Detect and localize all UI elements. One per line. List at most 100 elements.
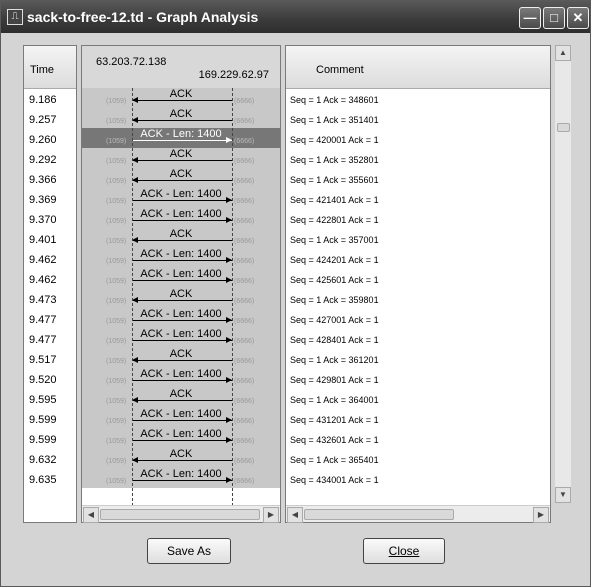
packet-arrow[interactable] xyxy=(132,480,232,481)
packet-arrow[interactable] xyxy=(132,120,232,121)
time-cell[interactable]: 9.599 xyxy=(29,414,57,426)
close-window-button[interactable]: ✕ xyxy=(567,7,589,29)
time-cell[interactable]: 9.401 xyxy=(29,234,57,246)
comment-cell[interactable]: Seq = 434001 Ack = 1 xyxy=(290,475,379,485)
scroll-up-icon[interactable]: ▲ xyxy=(555,45,571,61)
comment-cell[interactable]: Seq = 1 Ack = 359801 xyxy=(290,295,379,305)
time-cell[interactable]: 9.462 xyxy=(29,274,57,286)
time-cell[interactable]: 9.292 xyxy=(29,154,57,166)
comment-header[interactable]: Comment xyxy=(286,46,550,89)
comment-cell[interactable]: Seq = 428401 Ack = 1 xyxy=(290,335,379,345)
vertical-scrollbar[interactable]: ▲ ▼ xyxy=(555,45,571,503)
packet-arrow[interactable] xyxy=(132,320,232,321)
right-port: (6666) xyxy=(234,458,255,465)
comment-cell[interactable]: Seq = 425601 Ack = 1 xyxy=(290,275,379,285)
comment-cell[interactable]: Seq = 421401 Ack = 1 xyxy=(290,195,379,205)
comment-cell[interactable]: Seq = 1 Ack = 357001 xyxy=(290,235,379,245)
right-port: (6666) xyxy=(234,338,255,345)
packet-arrow[interactable] xyxy=(132,240,232,241)
time-cell[interactable]: 9.260 xyxy=(29,134,57,146)
packet-arrow[interactable] xyxy=(132,180,232,181)
time-cell[interactable]: 9.517 xyxy=(29,354,57,366)
graph-horizontal-scrollbar[interactable]: ◀ ▶ xyxy=(82,505,280,523)
packet-arrow[interactable] xyxy=(132,220,232,221)
comment-cell[interactable]: Seq = 431201 Ack = 1 xyxy=(290,415,379,425)
packet-arrow[interactable] xyxy=(132,440,232,441)
time-cell[interactable]: 9.370 xyxy=(29,214,57,226)
time-cell[interactable]: 9.257 xyxy=(29,114,57,126)
right-host-ip: 169.229.62.97 xyxy=(198,69,269,81)
comment-horizontal-scrollbar[interactable]: ◀ ▶ xyxy=(286,505,550,523)
right-port: (6666) xyxy=(234,278,255,285)
time-cell[interactable]: 9.635 xyxy=(29,474,57,486)
packet-arrow[interactable] xyxy=(132,280,232,281)
comment-cell[interactable]: Seq = 420001 Ack = 1 xyxy=(290,135,379,145)
right-port: (6666) xyxy=(234,218,255,225)
right-port: (6666) xyxy=(234,418,255,425)
time-cell[interactable]: 9.599 xyxy=(29,434,57,446)
time-cell[interactable]: 9.595 xyxy=(29,394,57,406)
title-bar[interactable]: ⎍ sack-to-free-12.td - Graph Analysis — … xyxy=(1,1,590,33)
left-port: (1059) xyxy=(106,438,127,445)
time-cell[interactable]: 9.462 xyxy=(29,254,57,266)
scroll-right-icon[interactable]: ▶ xyxy=(533,507,549,523)
scroll-left-icon[interactable]: ◀ xyxy=(83,507,99,523)
packet-arrow[interactable] xyxy=(132,260,232,261)
left-port: (1059) xyxy=(106,158,127,165)
vertical-scroll-thumb[interactable] xyxy=(557,123,570,132)
comment-cell[interactable]: Seq = 424201 Ack = 1 xyxy=(290,255,379,265)
left-host-lifeline xyxy=(132,88,133,506)
packet-arrow[interactable] xyxy=(132,460,232,461)
graph-scroll-thumb[interactable] xyxy=(100,509,260,520)
time-cell[interactable]: 9.473 xyxy=(29,294,57,306)
comment-cell[interactable]: Seq = 1 Ack = 364001 xyxy=(290,395,379,405)
packet-arrow[interactable] xyxy=(132,340,232,341)
scroll-right-icon[interactable]: ▶ xyxy=(263,507,279,523)
comment-cell[interactable]: Seq = 1 Ack = 348601 xyxy=(290,95,379,105)
packet-arrow[interactable] xyxy=(132,360,232,361)
right-port: (6666) xyxy=(234,118,255,125)
time-cell[interactable]: 9.369 xyxy=(29,194,57,206)
comment-cell[interactable]: Seq = 1 Ack = 361201 xyxy=(290,355,379,365)
comment-cell[interactable]: Seq = 1 Ack = 351401 xyxy=(290,115,379,125)
comment-cell[interactable]: Seq = 427001 Ack = 1 xyxy=(290,315,379,325)
packet-arrow[interactable] xyxy=(132,380,232,381)
time-header[interactable]: Time xyxy=(24,46,76,89)
packet-arrow[interactable] xyxy=(132,400,232,401)
time-cell[interactable]: 9.520 xyxy=(29,374,57,386)
comment-cell[interactable]: Seq = 1 Ack = 352801 xyxy=(290,155,379,165)
packet-arrow[interactable] xyxy=(132,300,232,301)
left-port: (1059) xyxy=(106,258,127,265)
maximize-button[interactable]: □ xyxy=(543,7,565,29)
minimize-button[interactable]: — xyxy=(519,7,541,29)
left-port: (1059) xyxy=(106,178,127,185)
packet-arrow[interactable] xyxy=(132,140,232,141)
packet-arrow[interactable] xyxy=(132,160,232,161)
packet-arrow[interactable] xyxy=(132,420,232,421)
graph-header: 63.203.72.138 169.229.62.97 xyxy=(82,46,280,89)
comment-cell[interactable]: Seq = 1 Ack = 355601 xyxy=(290,175,379,185)
scroll-down-icon[interactable]: ▼ xyxy=(555,487,571,503)
comment-cell[interactable]: Seq = 432601 Ack = 1 xyxy=(290,435,379,445)
comment-column: Comment Seq = 1 Ack = 348601 Seq = 1 Ack … xyxy=(285,45,551,523)
packet-arrow[interactable] xyxy=(132,100,232,101)
right-port: (6666) xyxy=(234,138,255,145)
comment-scroll-thumb[interactable] xyxy=(304,509,454,520)
comment-cell[interactable]: Seq = 1 Ack = 365401 xyxy=(290,455,379,465)
time-cell[interactable]: 9.477 xyxy=(29,334,57,346)
time-cell[interactable]: 9.632 xyxy=(29,454,57,466)
scroll-left-icon[interactable]: ◀ xyxy=(287,507,303,523)
left-port: (1059) xyxy=(106,418,127,425)
packet-arrow[interactable] xyxy=(132,200,232,201)
left-port: (1059) xyxy=(106,278,127,285)
right-port: (6666) xyxy=(234,258,255,265)
right-port: (6666) xyxy=(234,398,255,405)
close-button[interactable]: Close xyxy=(363,538,445,564)
app-icon: ⎍ xyxy=(7,9,23,25)
time-cell[interactable]: 9.477 xyxy=(29,314,57,326)
time-cell[interactable]: 9.186 xyxy=(29,94,57,106)
comment-cell[interactable]: Seq = 422801 Ack = 1 xyxy=(290,215,379,225)
comment-cell[interactable]: Seq = 429801 Ack = 1 xyxy=(290,375,379,385)
save-as-button[interactable]: Save As xyxy=(147,538,231,564)
time-cell[interactable]: 9.366 xyxy=(29,174,57,186)
